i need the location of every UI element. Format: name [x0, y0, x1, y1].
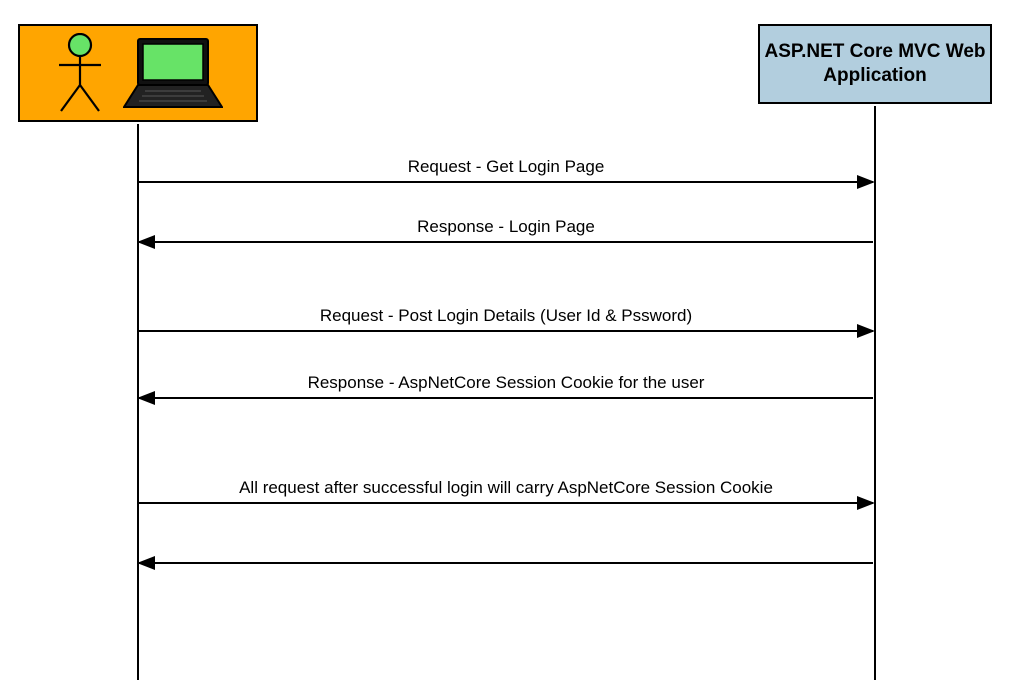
message-2-label: Response - Login Page [139, 217, 873, 241]
server-lifeline [874, 106, 876, 680]
message-6 [139, 558, 873, 564]
sequence-diagram: ASP.NET Core MVC Web Application Request… [0, 0, 1024, 683]
server-actor-box: ASP.NET Core MVC Web Application [758, 24, 992, 104]
laptop-icon [123, 35, 223, 111]
message-3-label: Request - Post Login Details (User Id & … [139, 306, 873, 330]
client-actor-box [18, 24, 258, 122]
message-2: Response - Login Page [139, 217, 873, 243]
message-1-label: Request - Get Login Page [139, 157, 873, 181]
message-4-label: Response - AspNetCore Session Cookie for… [139, 373, 873, 397]
user-icon [53, 33, 107, 113]
server-title: ASP.NET Core MVC Web Application [764, 40, 986, 88]
message-3: Request - Post Login Details (User Id & … [139, 306, 873, 332]
message-5-label: All request after successful login will … [139, 478, 873, 502]
message-1: Request - Get Login Page [139, 157, 873, 183]
message-5: All request after successful login will … [139, 478, 873, 504]
message-4: Response - AspNetCore Session Cookie for… [139, 373, 873, 399]
